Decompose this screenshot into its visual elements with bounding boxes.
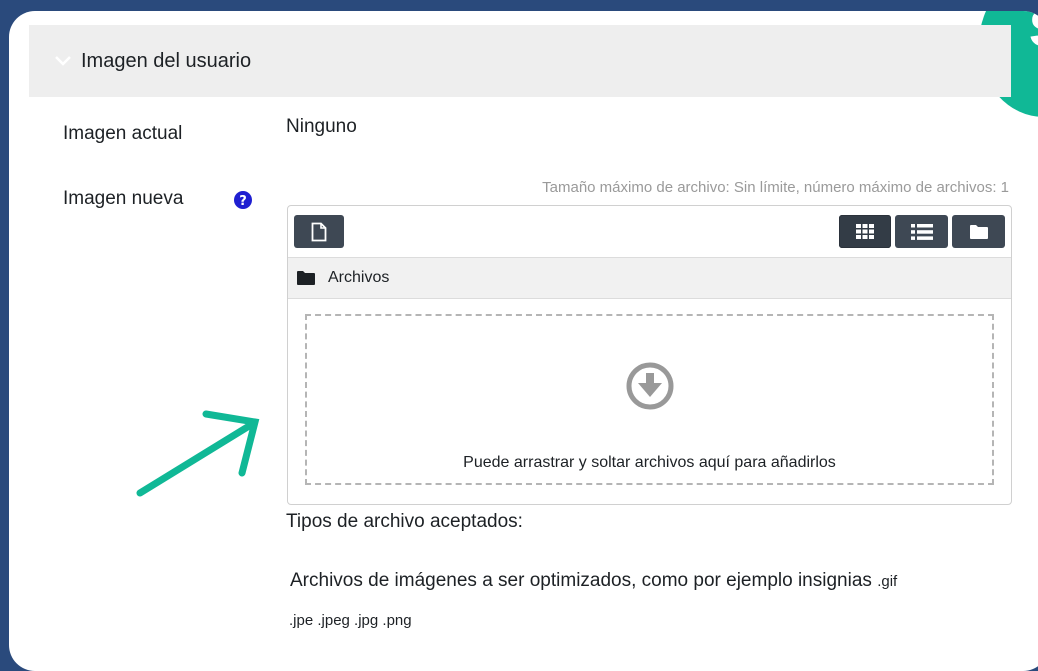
folder-icon [297, 271, 315, 285]
file-picker: Archivos Puede arrastrar y soltar archiv… [287, 205, 1012, 505]
max-file-info: Tamaño máximo de archivo: Sin límite, nú… [542, 179, 1009, 196]
svg-text:?: ? [239, 194, 247, 209]
list-view-button[interactable] [895, 215, 948, 248]
grid-view-button[interactable] [839, 215, 891, 248]
chevron-down-icon[interactable] [54, 54, 72, 68]
section-header[interactable]: Imagen del usuario [29, 25, 1011, 97]
form-card: S Imagen del usuario Imagen actual Ningu… [9, 11, 1038, 671]
add-file-button[interactable] [294, 215, 344, 248]
section-title: Imagen del usuario [81, 49, 252, 72]
new-file-icon [311, 222, 327, 241]
accepted-types-description: Archivos de imágenes a ser optimizados, … [290, 570, 872, 591]
grid-view-icon [856, 224, 874, 239]
folder-view-icon [969, 224, 988, 239]
path-label[interactable]: Archivos [328, 269, 389, 287]
corner-badge-letter: S [1029, 11, 1038, 59]
accepted-ext-gif: .gif [877, 573, 898, 590]
drop-zone-text: Puede arrastrar y soltar archivos aquí p… [463, 454, 836, 471]
accepted-extensions: .jpe .jpeg .jpg .png [289, 612, 412, 629]
current-image-value: Ninguno [286, 116, 357, 137]
folder-view-button[interactable] [952, 215, 1005, 248]
accepted-types-heading: Tipos de archivo aceptados: [286, 511, 523, 532]
arrow-annotation [136, 410, 260, 497]
path-bar: Archivos [288, 257, 1011, 299]
drop-zone[interactable]: Puede arrastrar y soltar archivos aquí p… [305, 314, 994, 485]
new-image-label: Imagen nueva [63, 188, 184, 209]
download-icon [626, 362, 674, 410]
help-icon[interactable]: ? [234, 191, 252, 209]
current-image-label: Imagen actual [63, 123, 183, 144]
accepted-types-line: Archivos de imágenes a ser optimizados, … [290, 570, 897, 592]
list-view-icon [910, 223, 933, 240]
